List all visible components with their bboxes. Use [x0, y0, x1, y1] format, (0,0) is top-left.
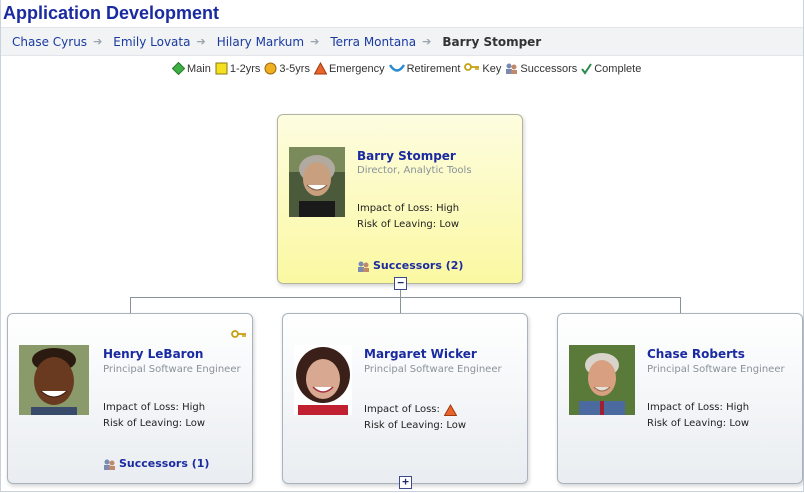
risk-of-leaving: Risk of Leaving: Low: [364, 420, 467, 431]
legend-item-main: Main: [172, 62, 211, 75]
connector-line: [130, 297, 681, 298]
legend-label: Complete: [594, 62, 642, 75]
successors-label: Successors (1): [119, 457, 210, 470]
people-icon: [358, 261, 369, 272]
breadcrumb-item[interactable]: Terra Montana: [330, 35, 416, 49]
legend-item-key: Key: [464, 62, 501, 75]
expand-toggle-button[interactable]: +: [399, 476, 412, 489]
employee-title: Director, Analytic Tools: [357, 165, 472, 176]
legend-label: Retirement: [406, 62, 461, 75]
impact-of-loss: Impact of Loss: High: [103, 402, 206, 413]
legend-label: 1-2yrs: [229, 62, 261, 75]
arrow-right-icon: ➔: [310, 35, 320, 48]
checkmark-icon: [581, 63, 593, 75]
triangle-icon: [313, 62, 327, 75]
risk-of-leaving: Risk of Leaving: Low: [357, 219, 460, 230]
people-icon: [104, 459, 115, 470]
diamond-icon: [172, 62, 185, 75]
impact-of-loss: Impact of Loss: High: [357, 203, 460, 214]
collapse-toggle-button[interactable]: −: [394, 277, 407, 290]
employee-name[interactable]: Chase Roberts: [647, 347, 745, 361]
legend-label: Key: [482, 62, 502, 75]
breadcrumb-item[interactable]: Emily Lovata: [113, 35, 190, 49]
portrait-image: [569, 345, 635, 415]
emergency-icon: [443, 404, 457, 416]
legend-label: Emergency: [328, 62, 385, 75]
impact-of-loss: Impact of Loss: High: [647, 402, 750, 413]
arrow-right-icon: ➔: [196, 35, 206, 48]
legend-item-emergency: Emergency: [313, 62, 385, 75]
legend-item-3-5yrs: 3-5yrs: [264, 62, 310, 75]
successors-link[interactable]: Successors (2): [357, 259, 463, 272]
risk-of-leaving: Risk of Leaving: Low: [103, 418, 206, 429]
legend-item-successors: Successors: [505, 62, 577, 75]
legend-label: 3-5yrs: [279, 62, 310, 75]
breadcrumb-item[interactable]: Chase Cyrus: [12, 35, 87, 49]
successors-label: Successors (2): [373, 259, 464, 272]
square-icon: [215, 62, 228, 75]
successors-link[interactable]: Successors (1): [103, 457, 209, 470]
portrait-image: [19, 345, 89, 415]
legend-item-retirement: Retirement: [388, 62, 461, 75]
impact-label: Impact of Loss:: [364, 404, 440, 415]
key-icon: [464, 63, 480, 71]
risk-of-leaving: Risk of Leaving: Low: [647, 418, 750, 429]
employee-name[interactable]: Barry Stomper: [357, 149, 456, 163]
connector-line: [130, 297, 131, 314]
impact-of-loss: Impact of Loss:: [364, 402, 457, 418]
arrow-right-icon: ➔: [422, 35, 432, 48]
employee-name[interactable]: Margaret Wicker: [364, 347, 477, 361]
key-icon: [231, 330, 246, 338]
employee-name[interactable]: Henry LeBaron: [103, 347, 203, 361]
people-icon: [506, 63, 518, 74]
breadcrumb-current: Barry Stomper: [442, 34, 542, 49]
page-title: Application Development: [3, 3, 220, 23]
breadcrumb-item[interactable]: Hilary Markum: [217, 35, 304, 49]
legend-item-complete: Complete: [581, 62, 641, 75]
legend-label: Main: [187, 62, 211, 75]
connector-line: [400, 297, 401, 314]
connector-line: [680, 297, 681, 314]
employee-card-focus[interactable]: Barry Stomper Director, Analytic Tools I…: [277, 114, 523, 284]
legend-item-1-2yrs: 1-2yrs: [215, 62, 261, 75]
avatar: [289, 147, 345, 217]
circle-icon: [264, 62, 277, 75]
portrait-image: [289, 147, 345, 217]
employee-title: Principal Software Engineer: [103, 364, 241, 375]
employee-title: Principal Software Engineer: [647, 364, 785, 375]
legend: Main 1-2yrs 3-5yrs Emergency Retirement …: [172, 62, 645, 75]
avatar: [294, 345, 352, 415]
avatar: [19, 345, 89, 415]
breadcrumb: Chase Cyrus ➔ Emily Lovata ➔ Hilary Mark…: [1, 27, 803, 56]
avatar: [569, 345, 635, 415]
legend-label: Successors: [520, 62, 578, 75]
arrow-right-icon: ➔: [93, 35, 103, 48]
portrait-image: [294, 345, 352, 415]
employee-card[interactable]: Margaret Wicker Principal Software Engin…: [282, 313, 528, 484]
employee-title: Principal Software Engineer: [364, 364, 502, 375]
retirement-icon: [388, 64, 405, 72]
employee-card[interactable]: Henry LeBaron Principal Software Enginee…: [7, 313, 253, 484]
employee-card[interactable]: Chase Roberts Principal Software Enginee…: [557, 313, 803, 484]
